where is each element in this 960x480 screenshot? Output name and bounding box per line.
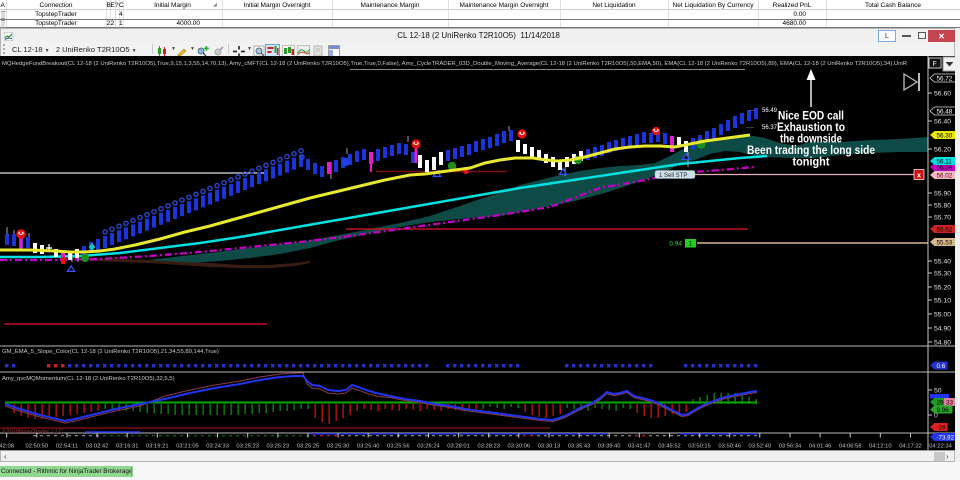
svg-text:03:39:40: 03:39:40 (598, 443, 621, 449)
svg-text:tonight: tonight (793, 155, 830, 169)
svg-text:54.90: 54.90 (934, 326, 951, 333)
svg-text:03:30:06: 03:30:06 (508, 443, 531, 449)
svg-text:56.60: 56.60 (934, 91, 951, 98)
svg-text:03:25:30: 03:25:30 (327, 443, 350, 449)
svg-text:03:25:23: 03:25:23 (267, 443, 290, 449)
svg-text:04:06:58: 04:06:58 (839, 443, 862, 449)
svg-text:03:50:46: 03:50:46 (718, 443, 741, 449)
svg-text:56.11: 56.11 (937, 158, 953, 165)
svg-text:55.30: 55.30 (934, 271, 951, 278)
svg-text:03:19:21: 03:19:21 (146, 443, 169, 449)
svg-text:03:02:42: 03:02:42 (86, 443, 109, 449)
svg-text:55.40: 55.40 (934, 259, 951, 266)
svg-text:29: 29 (937, 399, 945, 406)
svg-text:03:25:25: 03:25:25 (297, 443, 320, 449)
svg-text:04:01:46: 04:01:46 (809, 443, 832, 449)
svg-text:04:17:22: 04:17:22 (899, 443, 922, 449)
svg-text:55.90: 55.90 (934, 191, 951, 198)
svg-text:02:54:11: 02:54:11 (56, 443, 78, 449)
svg-text:03:25:23: 03:25:23 (236, 443, 259, 449)
svg-text:----: ---- (746, 125, 754, 131)
svg-text:56.72: 56.72 (937, 75, 953, 82)
svg-text:03:45:52: 03:45:52 (658, 443, 681, 449)
svg-text:04:12:10: 04:12:10 (869, 443, 892, 449)
svg-text:03:25:56: 03:25:56 (387, 443, 410, 449)
svg-text:03:50:15: 03:50:15 (688, 443, 711, 449)
svg-text:0.6: 0.6 (937, 363, 946, 370)
svg-text:03:26:24: 03:26:24 (417, 443, 440, 449)
svg-text:03:35:43: 03:35:43 (568, 443, 591, 449)
svg-text:03:41:47: 03:41:47 (628, 443, 651, 449)
svg-text:55.53: 55.53 (937, 239, 953, 246)
svg-text:03:28:23: 03:28:23 (477, 443, 500, 449)
svg-text:9.96: 9.96 (937, 407, 950, 414)
svg-text:-73.92: -73.92 (937, 434, 955, 441)
svg-text:03:24:33: 03:24:33 (206, 443, 229, 449)
svg-text:56.40: 56.40 (934, 119, 951, 126)
svg-text:56.49: 56.49 (762, 108, 778, 114)
svg-text:33: 33 (946, 400, 954, 407)
svg-text:03:30:13: 03:30:13 (538, 443, 561, 449)
svg-text:0.94: 0.94 (669, 241, 682, 248)
svg-text:03:52:40: 03:52:40 (749, 443, 772, 449)
svg-text:02:50:50: 02:50:50 (26, 443, 49, 449)
svg-text:56.08: 56.08 (937, 164, 953, 171)
svg-text:1: 1 (689, 241, 693, 248)
svg-text:03:56:34: 03:56:34 (779, 443, 802, 449)
svg-text:55.62: 55.62 (937, 226, 953, 233)
svg-text:56.20: 56.20 (934, 147, 951, 154)
svg-text:50: 50 (934, 388, 942, 395)
svg-text:55.70: 55.70 (934, 215, 951, 222)
svg-text:---: --- (749, 108, 755, 114)
svg-text:-26: -26 (937, 424, 947, 431)
svg-text:F: F (933, 61, 937, 68)
svg-text:56.48: 56.48 (937, 108, 953, 115)
svg-text:04:22:34: 04:22:34 (929, 443, 952, 449)
svg-text:MQHedgeFundBreakout(CL 12-18 (: MQHedgeFundBreakout(CL 12-18 (2 UniRenko… (2, 61, 907, 67)
svg-text:03:25:40: 03:25:40 (357, 443, 380, 449)
svg-text:55.00: 55.00 (934, 312, 951, 319)
svg-text:03:16:31: 03:16:31 (116, 443, 139, 449)
svg-text:56.37: 56.37 (762, 125, 778, 131)
svg-text:Amy_qvcMQMomentum(CL 12-18 (2: Amy_qvcMQMomentum(CL 12-18 (2 UniRenko T… (2, 376, 175, 382)
svg-text:54.80: 54.80 (934, 340, 951, 347)
svg-text:42:08: 42:08 (0, 443, 14, 449)
svg-text:03:21:05: 03:21:05 (176, 443, 199, 449)
svg-text:©2018NinjaTrader, LLC.: ©2018NinjaTrader, LLC. (2, 428, 65, 435)
svg-text:56.02: 56.02 (937, 172, 953, 179)
svg-text:56.30: 56.30 (937, 132, 953, 139)
svg-text:1 Sell STP: 1 Sell STP (659, 173, 687, 179)
svg-text:GM_EMA_5_Slope_Color(CL 12-18: GM_EMA_5_Slope_Color(CL 12-18 (2 UniRenk… (2, 349, 219, 355)
svg-text:55.10: 55.10 (934, 298, 951, 305)
svg-text:55.20: 55.20 (934, 285, 951, 292)
svg-text:55.80: 55.80 (934, 203, 951, 210)
svg-text:03:28:01: 03:28:01 (447, 443, 470, 449)
